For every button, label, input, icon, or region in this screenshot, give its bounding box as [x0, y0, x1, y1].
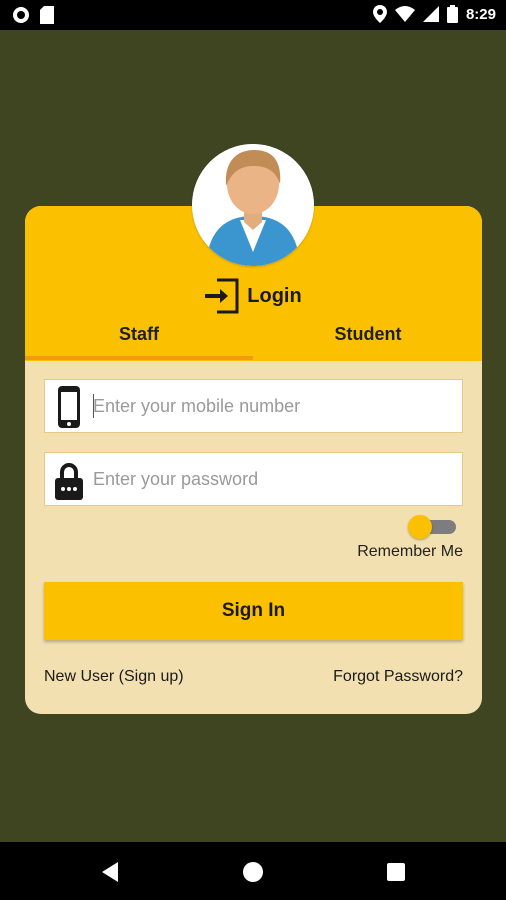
recents-icon[interactable] [386, 862, 406, 882]
tab-student[interactable]: Student [254, 324, 482, 345]
wifi-icon [394, 6, 415, 22]
toggle-thumb [408, 515, 432, 539]
status-bar: 8:29 [0, 0, 506, 30]
status-time: 8:29 [465, 5, 496, 23]
forgot-password-link[interactable]: Forgot Password? [333, 668, 463, 686]
login-title: Login [247, 284, 302, 307]
home-icon[interactable] [242, 861, 264, 883]
sign-up-link[interactable]: New User (Sign up) [44, 668, 184, 686]
tab-staff[interactable]: Staff [25, 324, 253, 345]
lock-icon [55, 463, 83, 500]
login-card: Login Staff Student Enter your mobile nu… [25, 206, 482, 714]
mobile-number-input[interactable]: Enter your mobile number [93, 396, 300, 417]
mobile-phone-icon [58, 386, 80, 428]
password-field[interactable]: Enter your password [44, 452, 463, 506]
password-input[interactable]: Enter your password [93, 469, 258, 490]
tab-indicator [25, 356, 253, 360]
back-icon[interactable] [100, 861, 120, 883]
signal-icon [422, 6, 439, 22]
navigation-bar [0, 842, 506, 900]
login-icon [205, 278, 239, 314]
sign-in-button[interactable]: Sign In [44, 582, 463, 640]
mobile-number-field[interactable]: Enter your mobile number [44, 379, 463, 433]
sd-card-icon [40, 6, 54, 24]
circle-icon [13, 7, 29, 23]
location-icon [372, 5, 387, 23]
login-heading: Login [25, 278, 482, 314]
remember-me-toggle[interactable] [408, 515, 456, 539]
remember-me-label: Remember Me [357, 543, 463, 560]
battery-icon [446, 5, 458, 23]
user-avatar-icon [192, 144, 314, 266]
